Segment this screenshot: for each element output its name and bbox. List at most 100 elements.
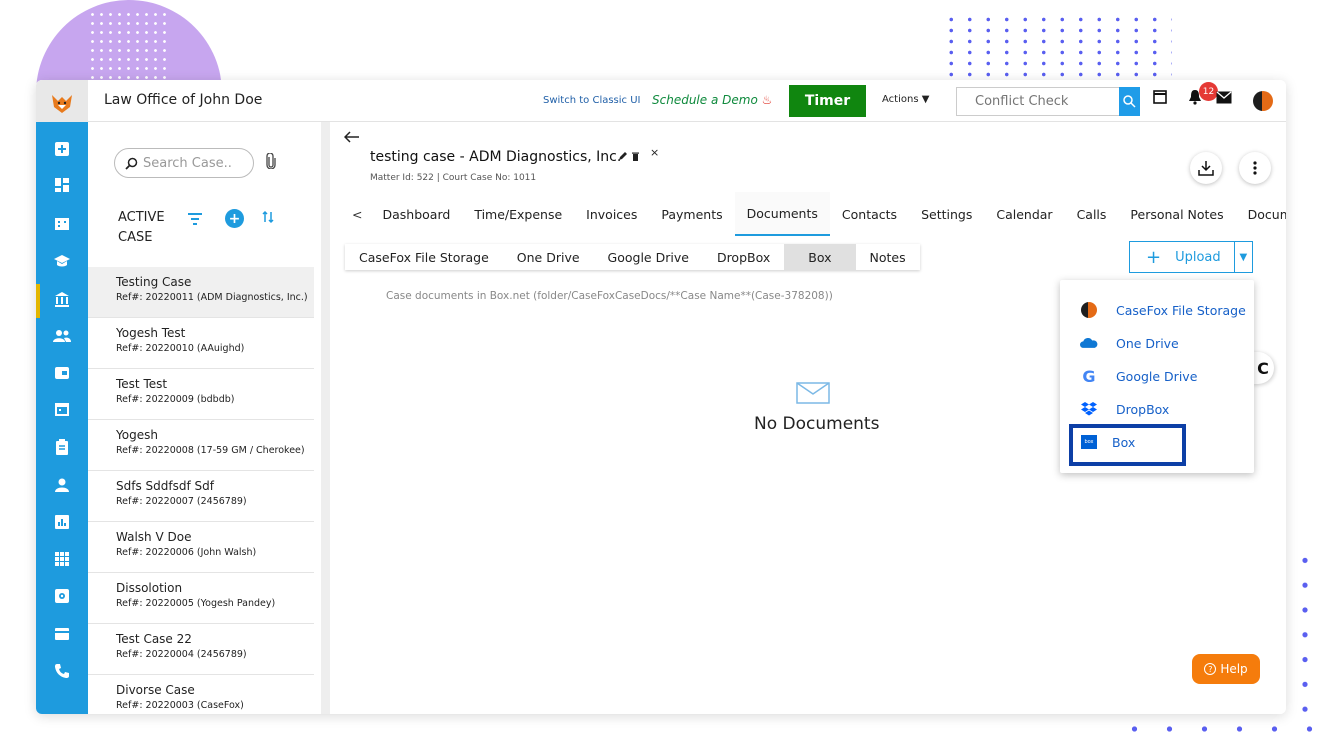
menu-item-dropbox[interactable]: DropBox <box>1060 394 1254 424</box>
more-vertical-icon <box>1253 161 1257 175</box>
case-list-panel: Search Case.. ACTIVE CASE + Testing Case… <box>88 122 372 714</box>
graduation-cap-icon[interactable] <box>53 252 71 270</box>
close-icon[interactable]: × <box>650 146 659 159</box>
case-list-item[interactable]: Test Test Ref#: 20220009 (bdbdb) <box>88 369 314 420</box>
sort-icon[interactable] <box>262 210 274 228</box>
subtab-box[interactable]: Box <box>784 244 856 270</box>
conflict-check-input[interactable] <box>956 87 1120 116</box>
user-avatar[interactable] <box>1253 91 1273 111</box>
case-title: Dissolotion <box>116 581 183 595</box>
case-list-item[interactable]: Walsh V Doe Ref#: 20220006 (John Walsh) <box>88 522 314 573</box>
clipboard-icon[interactable] <box>53 438 71 456</box>
billing-icon[interactable] <box>53 625 71 643</box>
chevron-left-icon[interactable]: < <box>344 207 370 222</box>
box-highlight-frame <box>1069 424 1186 466</box>
tab-personal-notes[interactable]: Personal Notes <box>1118 192 1235 236</box>
search-button[interactable] <box>1119 87 1140 116</box>
tab-dashboard[interactable]: Dashboard <box>370 192 462 236</box>
help-button[interactable]: ? Help <box>1192 654 1260 684</box>
dashboard-icon[interactable] <box>53 176 71 194</box>
active-case-header: ACTIVE CASE <box>118 208 178 248</box>
tab-document[interactable]: Document <box>1236 192 1286 236</box>
tab-invoices[interactable]: Invoices <box>574 192 649 236</box>
menu-item-one-drive[interactable]: One Drive <box>1060 328 1254 358</box>
storage-subtabs: CaseFox File Storage One Drive Google Dr… <box>345 244 920 270</box>
refresh-icon[interactable]: C <box>1252 352 1274 384</box>
matter-title: testing case - ADM Diagnostics, Inc. <box>370 149 622 165</box>
plus-icon: + <box>1146 246 1162 268</box>
case-list-item[interactable]: Sdfs Sddfsdf Sdf Ref#: 20220007 (2456789) <box>88 471 314 522</box>
case-search-input[interactable]: Search Case.. <box>114 148 254 178</box>
tab-payments[interactable]: Payments <box>649 192 734 236</box>
case-list-item[interactable]: Dissolotion Ref#: 20220005 (Yogesh Pandey… <box>88 573 314 624</box>
switch-classic-link[interactable]: Switch to Classic UI <box>543 95 641 106</box>
phone-icon[interactable] <box>53 662 71 680</box>
settings-icon[interactable] <box>53 587 71 605</box>
caret-down-icon[interactable]: ▼ <box>1233 242 1252 272</box>
search-icon <box>1123 95 1136 108</box>
tab-calendar[interactable]: Calendar <box>984 192 1064 236</box>
app-window: Law Office of John Doe Switch to Classic… <box>36 80 1286 714</box>
case-title: Test Test <box>116 377 168 391</box>
tab-settings[interactable]: Settings <box>909 192 984 236</box>
menu-item-google-drive[interactable]: G Google Drive <box>1060 361 1254 391</box>
building-icon[interactable] <box>53 214 71 232</box>
tab-calls[interactable]: Calls <box>1065 192 1119 236</box>
tab-time-expense[interactable]: Time/Expense <box>462 192 574 236</box>
case-list-item[interactable]: Testing Case Ref#: 20220011 (ADM Diagnost… <box>88 267 314 318</box>
court-icon[interactable] <box>53 290 71 308</box>
add-case-icon[interactable] <box>53 140 71 158</box>
case-list-item[interactable]: Test Case 22 Ref#: 20220004 (2456789) <box>88 624 314 675</box>
actions-dropdown[interactable]: Actions ▼ <box>882 94 929 105</box>
add-case-button[interactable]: + <box>225 209 244 228</box>
mail-icon[interactable] <box>1216 89 1232 108</box>
firm-name: Law Office of John Doe <box>104 92 263 108</box>
back-arrow-icon[interactable] <box>343 128 360 147</box>
empty-mail-icon <box>796 382 830 408</box>
subtab-dropbox[interactable]: DropBox <box>703 244 784 270</box>
menu-item-casefox-storage[interactable]: CaseFox File Storage <box>1060 295 1254 325</box>
caret-down-icon: ▼ <box>921 94 930 105</box>
casefox-logo[interactable] <box>36 80 88 122</box>
trash-icon[interactable] <box>632 146 639 165</box>
nav-rail <box>36 122 88 714</box>
calendar-icon[interactable] <box>1153 89 1167 108</box>
tab-documents[interactable]: Documents <box>734 192 830 236</box>
filter-icon[interactable] <box>187 210 203 229</box>
download-button[interactable] <box>1190 152 1222 184</box>
case-list-item[interactable]: Divorse Case Ref#: 20220003 (CaseFox) <box>88 675 314 714</box>
subtab-casefox-storage[interactable]: CaseFox File Storage <box>345 244 503 270</box>
case-ref: Ref#: 20220010 (AAuighd) <box>116 343 245 354</box>
matter-subtitle: Matter Id: 522 | Court Case No: 1011 <box>370 173 537 183</box>
wallet-icon[interactable] <box>53 364 71 382</box>
top-bar: Law Office of John Doe Switch to Classic… <box>36 80 1286 122</box>
more-options-button[interactable] <box>1239 152 1271 184</box>
download-icon <box>1198 161 1214 176</box>
case-ref: Ref#: 20220009 (bdbdb) <box>116 394 235 405</box>
apps-grid-icon[interactable] <box>53 550 71 568</box>
help-label: Help <box>1220 662 1248 676</box>
edit-icon[interactable] <box>618 146 628 165</box>
case-title: Walsh V Doe <box>116 530 192 544</box>
case-search-placeholder: Search Case.. <box>143 155 232 171</box>
subtab-one-drive[interactable]: One Drive <box>503 244 594 270</box>
panel-divider <box>322 122 330 714</box>
subtab-google-drive[interactable]: Google Drive <box>594 244 703 270</box>
contacts-icon[interactable] <box>53 327 71 345</box>
reports-icon[interactable] <box>53 513 71 531</box>
timer-button[interactable]: Timer <box>789 85 866 117</box>
attachment-icon[interactable] <box>266 152 276 173</box>
upload-button[interactable]: + Upload ▼ <box>1129 241 1253 273</box>
schedule-demo-link[interactable]: Schedule a Demo ♨ <box>652 93 772 107</box>
case-title: Test Case 22 <box>116 632 192 646</box>
help-icon: ? <box>1204 663 1217 675</box>
user-icon[interactable] <box>53 476 71 494</box>
box-folder-path: Case documents in Box.net (folder/CaseFo… <box>386 290 833 302</box>
case-list-item[interactable]: Yogesh Ref#: 20220008 (17-59 GM / Cheroke… <box>88 420 314 471</box>
tab-contacts[interactable]: Contacts <box>830 192 909 236</box>
active-case-line1: ACTIVE <box>118 210 165 225</box>
calendar-nav-icon[interactable] <box>53 400 71 418</box>
case-ref: Ref#: 20220006 (John Walsh) <box>116 547 257 558</box>
case-list-item[interactable]: Yogesh Test Ref#: 20220010 (AAuighd) <box>88 318 314 369</box>
subtab-notes[interactable]: Notes <box>856 244 920 270</box>
